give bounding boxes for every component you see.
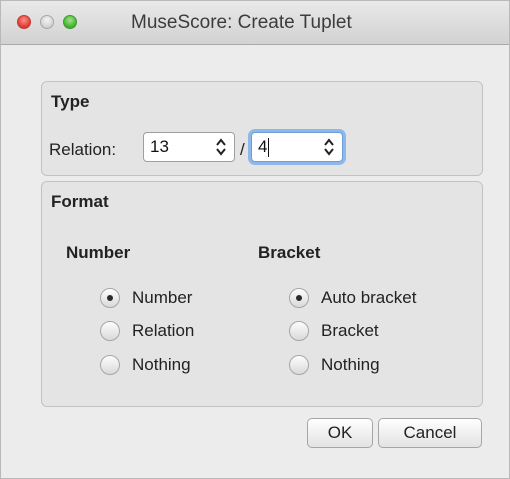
cancel-button[interactable]: Cancel (378, 418, 482, 448)
close-icon[interactable] (17, 15, 31, 29)
number-option-label: Number (132, 288, 193, 307)
bracket-option-label: Auto bracket (321, 288, 417, 307)
number-heading: Number (66, 243, 131, 262)
relation-separator: / (240, 140, 245, 159)
window-title: MuseScore: Create Tuplet (131, 12, 352, 33)
create-tuplet-dialog: MuseScore: Create Tuplet Type Relation: … (0, 0, 510, 479)
bracket-option-label: Bracket (321, 321, 379, 340)
radio-unselected-icon[interactable] (100, 321, 120, 341)
number-option-relation[interactable]: Relation (100, 321, 194, 341)
bracket-option-auto[interactable]: Auto bracket (289, 288, 416, 308)
number-option-label: Relation (132, 321, 195, 340)
spin-arrows-icon[interactable] (322, 136, 336, 158)
relation-label: Relation: (49, 140, 117, 159)
title-bar[interactable]: MuseScore: Create Tuplet (1, 1, 509, 45)
relation-numerator-spinbox[interactable]: 13 (143, 132, 235, 162)
bracket-option-nothing[interactable]: Nothing (289, 355, 380, 375)
type-group-title: Type (51, 92, 90, 111)
bracket-option-label: Nothing (321, 355, 380, 374)
radio-unselected-icon[interactable] (289, 321, 309, 341)
format-group-title: Format (51, 192, 109, 211)
ok-button[interactable]: OK (307, 418, 373, 448)
relation-numerator-value: 13 (150, 137, 169, 156)
relation-denominator-value: 4 (258, 137, 268, 156)
number-option-label: Nothing (132, 355, 191, 374)
number-option-nothing[interactable]: Nothing (100, 355, 191, 375)
radio-selected-icon[interactable] (289, 288, 309, 308)
bracket-option-bracket[interactable]: Bracket (289, 321, 379, 341)
spin-arrows-icon[interactable] (214, 136, 228, 158)
zoom-icon[interactable] (63, 15, 77, 29)
minimize-icon[interactable] (40, 15, 54, 29)
relation-denominator-spinbox[interactable]: 4 (251, 132, 343, 162)
radio-unselected-icon[interactable] (289, 355, 309, 375)
bracket-heading: Bracket (258, 243, 321, 262)
number-option-number[interactable]: Number (100, 288, 192, 308)
radio-selected-icon[interactable] (100, 288, 120, 308)
radio-unselected-icon[interactable] (100, 355, 120, 375)
text-cursor (268, 138, 269, 157)
